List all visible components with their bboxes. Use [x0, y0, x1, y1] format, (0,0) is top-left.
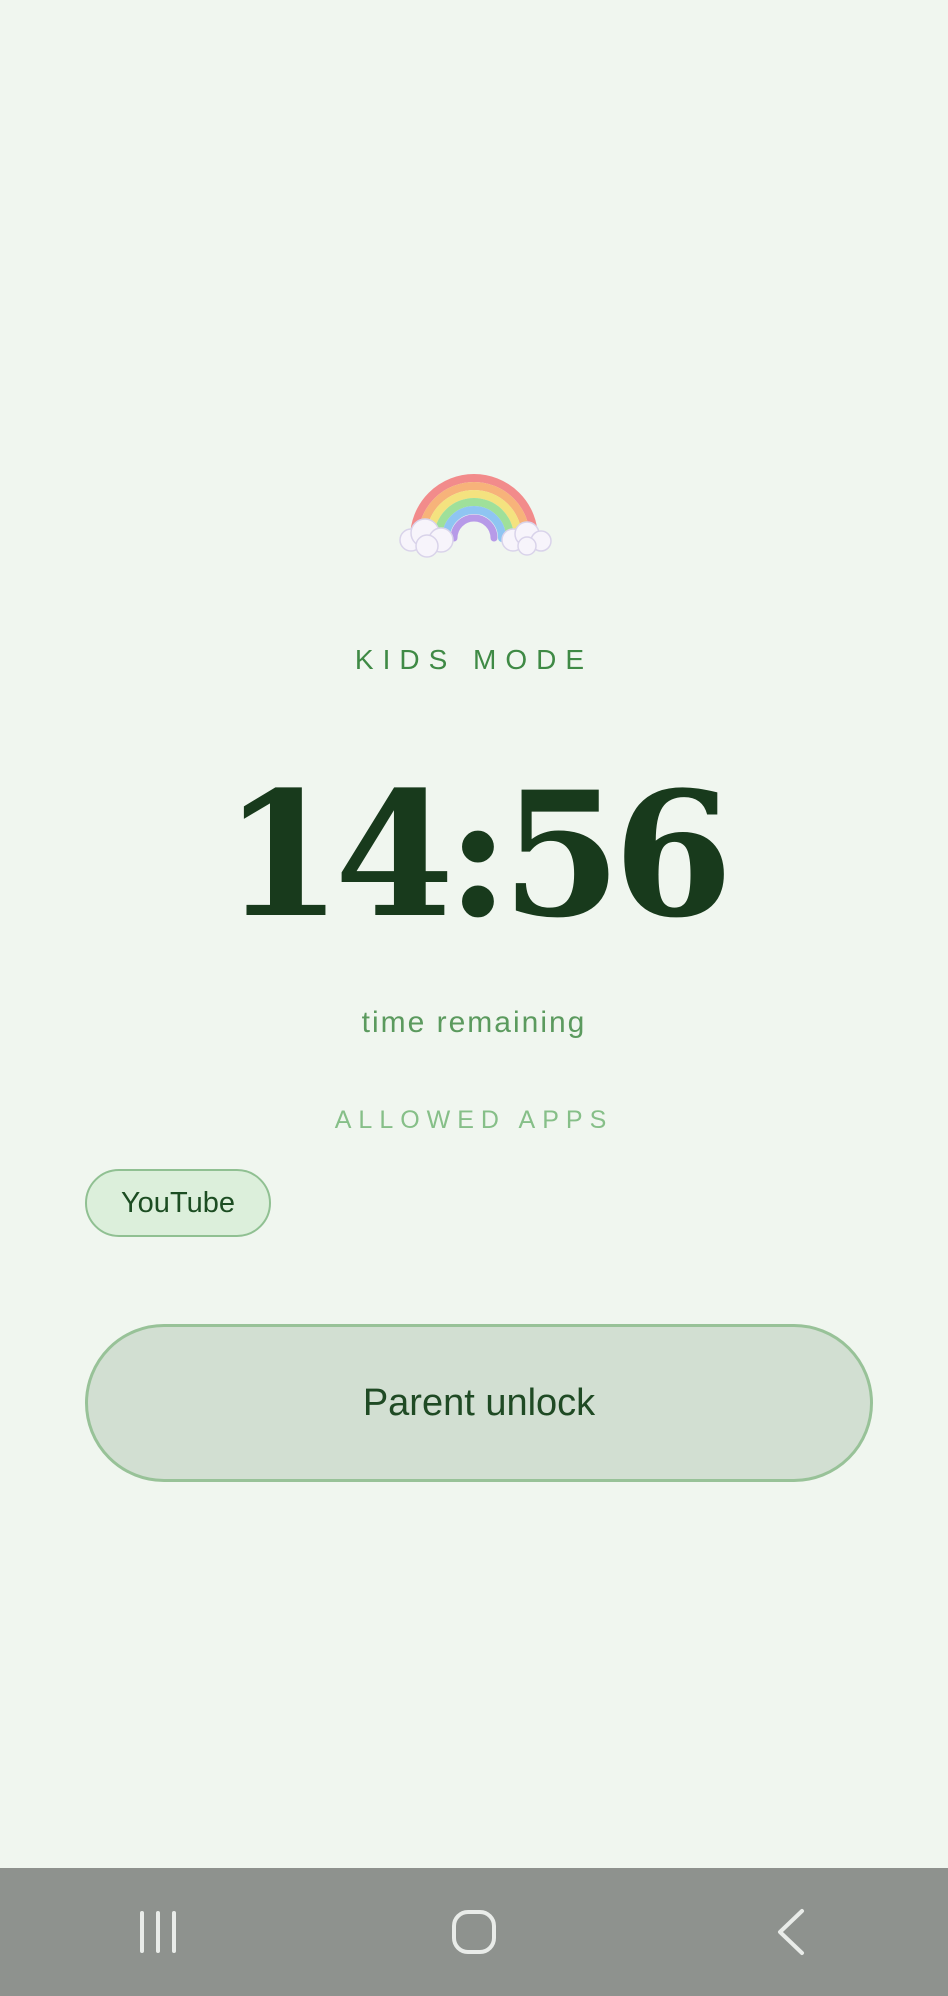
recent-apps-button[interactable] — [98, 1882, 218, 1982]
recent-apps-icon — [140, 1911, 176, 1953]
parent-unlock-button[interactable]: Parent unlock — [85, 1324, 873, 1482]
time-remaining-caption: time remaining — [361, 1006, 587, 1039]
kids-mode-screen: KIDS MODE 14:56 time remaining ALLOWED A… — [0, 0, 948, 1996]
hero — [0, 465, 948, 565]
mode-label: KIDS MODE — [354, 644, 594, 675]
back-icon — [778, 1909, 804, 1955]
allowed-apps-label: ALLOWED APPS — [334, 1106, 614, 1134]
time-remaining-value: 14:56 — [222, 753, 733, 956]
app-chip-youtube[interactable]: YouTube — [85, 1169, 271, 1237]
back-button[interactable] — [730, 1882, 850, 1982]
parent-unlock-label: Parent unlock — [362, 1381, 596, 1424]
home-button[interactable] — [414, 1882, 534, 1982]
system-navigation-bar — [0, 1868, 948, 1996]
allowed-apps-list: YouTube — [85, 1169, 271, 1237]
home-icon — [452, 1910, 496, 1954]
rainbow-icon — [399, 474, 552, 558]
